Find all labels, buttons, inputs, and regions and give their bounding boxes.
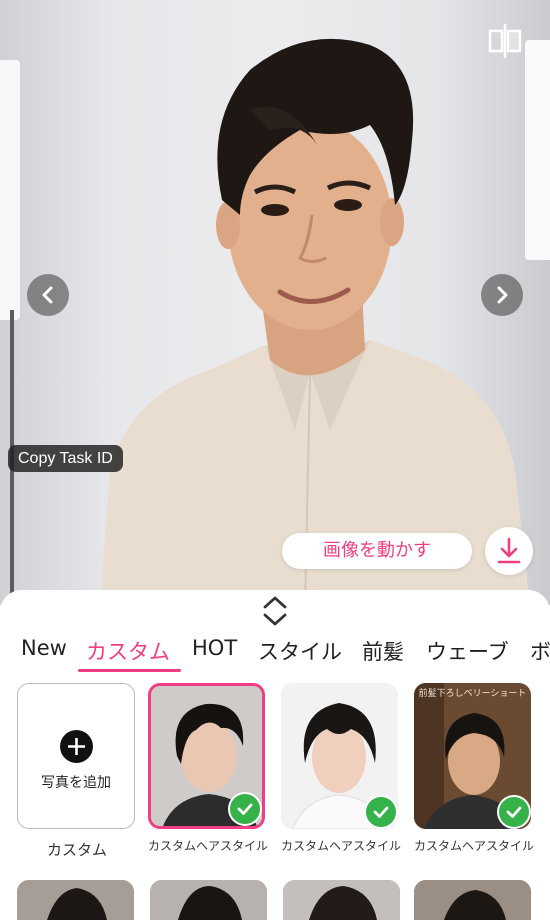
portrait-man	[100, 38, 530, 605]
compare-split-icon	[488, 24, 522, 58]
studio-light	[0, 60, 20, 320]
custom-caption: カスタム	[46, 841, 107, 859]
style-panel: New カスタム HOT スタイル 前髪 ウェーブ ボ 写真を追加 カスタム カ…	[0, 590, 550, 920]
expand-panel-button[interactable]	[261, 593, 289, 629]
expand-collapse-icon	[263, 596, 287, 626]
style-thumbnail	[283, 880, 400, 920]
copy-task-id-button[interactable]: Copy Task ID	[8, 445, 123, 472]
check-icon	[364, 795, 398, 829]
style-thumbnail	[17, 880, 134, 920]
style-tile[interactable]	[150, 880, 267, 920]
chevron-right-icon	[497, 286, 508, 304]
tab-more[interactable]: ボ	[530, 636, 550, 666]
tab-wave[interactable]: ウェーブ	[426, 636, 509, 666]
style-thumbnail	[150, 880, 267, 920]
chevron-left-icon	[42, 286, 53, 304]
next-image-button[interactable]	[481, 274, 523, 316]
style-thumbnail	[414, 880, 531, 920]
style-tile[interactable]	[414, 880, 531, 920]
check-icon	[228, 792, 262, 826]
category-tabs: New カスタム HOT スタイル 前髪 ウェーブ ボ	[0, 630, 550, 672]
compare-button[interactable]	[487, 22, 523, 60]
style-caption: カスタムヘアスタイル	[413, 839, 534, 853]
style-caption: カスタムヘアスタイル	[147, 839, 268, 853]
tab-new[interactable]: New	[21, 636, 67, 660]
result-photo: Copy Task ID 画像を動かす	[0, 0, 550, 605]
download-button[interactable]	[485, 527, 533, 575]
check-icon	[497, 795, 531, 829]
plus-icon	[60, 730, 93, 763]
thumbnail-caption-overlay: 前髪下ろしベリーショート	[418, 689, 527, 699]
style-tile[interactable]: 前髪下ろしベリーショート	[414, 683, 531, 829]
style-tile[interactable]	[17, 880, 134, 920]
download-icon	[497, 537, 521, 564]
style-tile[interactable]	[281, 683, 398, 829]
style-tile[interactable]	[283, 880, 400, 920]
previous-image-button[interactable]	[27, 274, 69, 316]
add-photo-tile[interactable]: 写真を追加	[17, 683, 135, 829]
tab-custom[interactable]: カスタム	[86, 636, 170, 666]
active-tab-indicator	[78, 669, 181, 672]
add-photo-label: 写真を追加	[41, 775, 111, 791]
style-tile[interactable]	[148, 683, 265, 829]
tab-hot[interactable]: HOT	[192, 636, 237, 660]
animate-image-button[interactable]: 画像を動かす	[282, 533, 472, 569]
style-caption: カスタムヘアスタイル	[280, 839, 401, 853]
tab-bangs[interactable]: 前髪	[362, 636, 404, 666]
tab-style[interactable]: スタイル	[258, 636, 342, 666]
